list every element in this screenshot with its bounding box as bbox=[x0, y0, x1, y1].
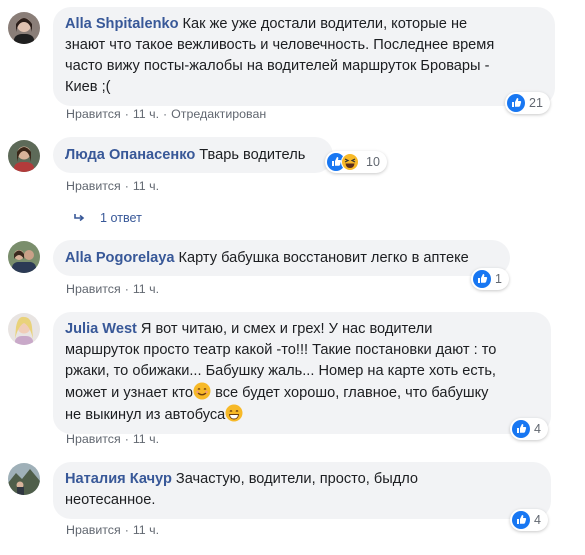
edited-label[interactable]: Отредактирован bbox=[171, 107, 266, 121]
avatar[interactable] bbox=[8, 12, 40, 44]
reaction-count: 1 bbox=[495, 272, 502, 286]
avatar[interactable] bbox=[8, 140, 40, 172]
comment-author[interactable]: Alla Shpitalenko bbox=[65, 16, 179, 32]
timestamp[interactable]: 11 ч. bbox=[133, 179, 159, 193]
comment-bubble: Люда Опанасенко Тварь водитель bbox=[53, 137, 333, 173]
reaction-badge[interactable]: 21 bbox=[505, 92, 550, 114]
comment-bubble: Alla Shpitalenko Как же уже достали водит… bbox=[53, 7, 555, 106]
reaction-count: 21 bbox=[529, 96, 543, 110]
view-replies-link[interactable]: 1 ответ bbox=[72, 211, 142, 225]
reaction-badge[interactable]: 4 bbox=[510, 509, 548, 531]
comment-meta: Нравится · 11 ч. bbox=[66, 179, 160, 193]
like-icon bbox=[473, 270, 491, 288]
comment-author[interactable]: Alla Pogorelaya bbox=[65, 250, 175, 266]
like-link[interactable]: Нравится bbox=[66, 107, 121, 121]
like-link[interactable]: Нравится bbox=[66, 523, 121, 537]
comment-bubble: Julia West Я вот читаю, и смех и грех! У … bbox=[53, 312, 551, 434]
comment-meta: Нравится · 11 ч. bbox=[66, 432, 160, 446]
comment-meta: Нравится · 11 ч. · Отредактирован bbox=[66, 107, 267, 121]
smile-emoji-icon bbox=[193, 382, 211, 400]
grin-emoji-icon bbox=[225, 404, 243, 422]
replies-count[interactable]: 1 ответ bbox=[100, 211, 142, 225]
reaction-badge[interactable]: 1 bbox=[471, 268, 509, 290]
comment-text: Карту бабушка восстановит легко в аптеке bbox=[178, 250, 469, 266]
like-icon bbox=[507, 94, 525, 112]
timestamp[interactable]: 11 ч. bbox=[133, 523, 159, 537]
avatar[interactable] bbox=[8, 241, 40, 273]
comment-author[interactable]: Julia West bbox=[65, 321, 137, 337]
reaction-badge[interactable]: 10 bbox=[325, 151, 387, 173]
comment-meta: Нравится · 11 ч. bbox=[66, 282, 160, 296]
timestamp[interactable]: 11 ч. bbox=[133, 107, 159, 121]
comment-meta: Нравится · 11 ч. bbox=[66, 523, 160, 537]
comment-author[interactable]: Люда Опанасенко bbox=[65, 147, 195, 163]
reply-arrow-icon bbox=[74, 214, 85, 222]
reaction-count: 4 bbox=[534, 422, 541, 436]
like-link[interactable]: Нравится bbox=[66, 179, 121, 193]
avatar[interactable] bbox=[8, 463, 40, 495]
avatar[interactable] bbox=[8, 313, 40, 345]
like-link[interactable]: Нравится bbox=[66, 432, 121, 446]
reaction-badge[interactable]: 4 bbox=[510, 418, 548, 440]
comment-bubble: Наталия Качур Зачастую, водители, просто,… bbox=[53, 462, 551, 519]
timestamp[interactable]: 11 ч. bbox=[133, 282, 159, 296]
reaction-count: 10 bbox=[366, 155, 380, 169]
reaction-count: 4 bbox=[534, 513, 541, 527]
like-icon bbox=[512, 420, 530, 438]
haha-icon bbox=[341, 153, 359, 171]
like-link[interactable]: Нравится bbox=[66, 282, 121, 296]
comment-text: Тварь водитель bbox=[199, 147, 306, 163]
comment-author[interactable]: Наталия Качур bbox=[65, 471, 172, 487]
timestamp[interactable]: 11 ч. bbox=[133, 432, 159, 446]
like-icon bbox=[512, 511, 530, 529]
comment-bubble: Alla Pogorelaya Карту бабушка восстановит… bbox=[53, 240, 510, 276]
